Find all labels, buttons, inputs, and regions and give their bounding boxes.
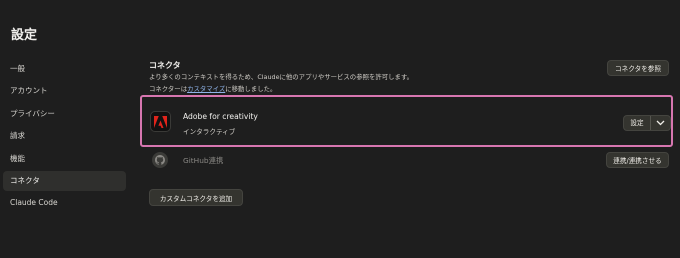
- add-custom-connector-button[interactable]: カスタムコネクタを追加: [149, 189, 243, 206]
- connector-name: Adobe for creativity: [183, 112, 258, 121]
- sidebar-item-features[interactable]: 機能: [3, 149, 126, 169]
- configure-button[interactable]: 設定: [624, 116, 651, 130]
- browse-connectors-button[interactable]: コネクタを参照: [607, 60, 669, 76]
- connector-subtitle: インタラクティブ: [183, 128, 236, 136]
- section-description: より多くのコンテキストを得るため、Claudeに他のアプリやサービスの参照を許可…: [149, 72, 413, 95]
- section-title: コネクタ: [149, 61, 181, 70]
- sidebar-item-privacy[interactable]: プライバシー: [3, 104, 126, 124]
- description-line-2: コネクターはカスタマイズに移動しました。: [149, 84, 413, 96]
- sidebar-item-claude-code[interactable]: Claude Code: [3, 193, 126, 213]
- sidebar-item-billing[interactable]: 請求: [3, 126, 126, 146]
- github-icon: [152, 152, 168, 168]
- adobe-icon: [150, 111, 171, 132]
- chevron-down-icon[interactable]: [651, 120, 670, 126]
- connector-row-adobe: Adobe for creativity インタラクティブ 設定: [149, 108, 674, 138]
- page-title: 設定: [11, 28, 38, 43]
- sidebar-item-connectors[interactable]: コネクタ: [3, 170, 126, 191]
- description-prefix: コネクターは: [149, 84, 188, 93]
- sidebar-item-general[interactable]: 一般: [3, 59, 126, 79]
- sidebar-item-account[interactable]: アカウント: [3, 81, 126, 101]
- connector-row-github: GitHub連携: [149, 150, 674, 170]
- description-line-1: より多くのコンテキストを得るため、Claudeに他のアプリやサービスの参照を許可…: [149, 73, 414, 81]
- connect-github-button[interactable]: 連携/連携させる: [606, 152, 669, 168]
- connectors-panel: コネクタ より多くのコンテキストを得るため、Claudeに他のアプリやサービスの…: [140, 0, 680, 258]
- customize-link[interactable]: カスタマイズ: [187, 85, 225, 93]
- description-suffix: に移動しました。: [225, 84, 277, 93]
- configure-split-button: 設定: [623, 115, 671, 131]
- connector-name: GitHub連携: [183, 156, 224, 165]
- settings-sidebar: 一般 アカウント プライバシー 請求 機能 コネクタ Claude Code: [3, 59, 126, 216]
